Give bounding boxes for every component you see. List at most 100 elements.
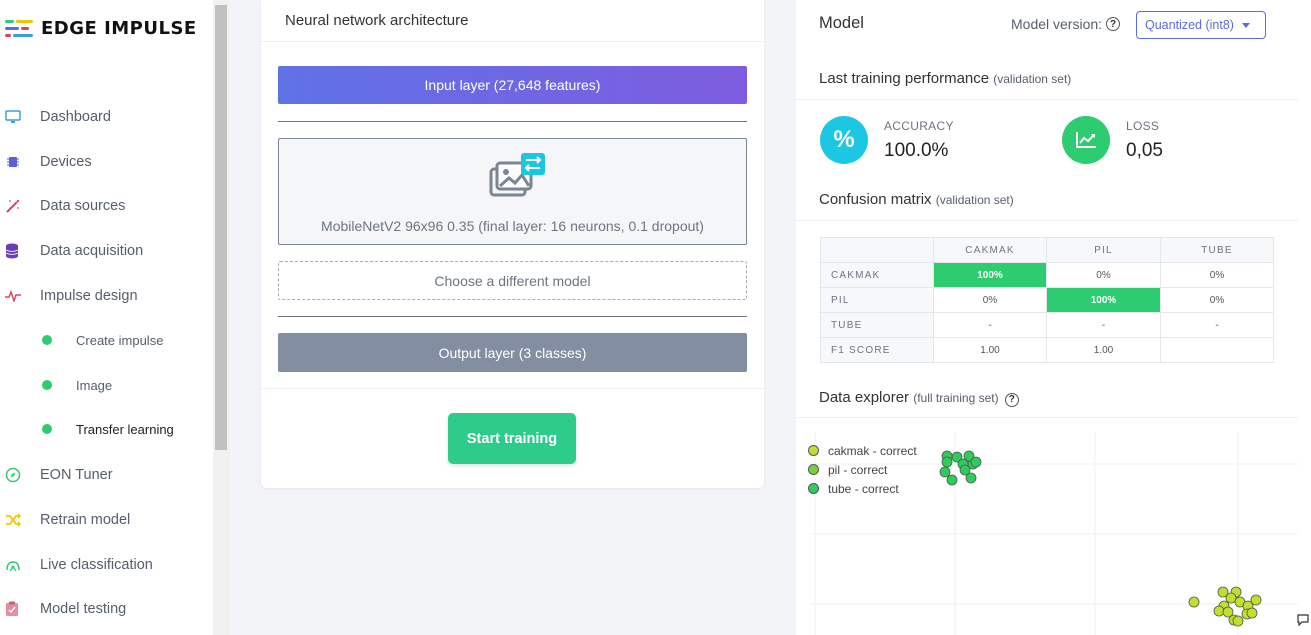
table-cell: 1.00	[1046, 337, 1161, 363]
model-description: MobileNetV2 96x96 0.35 (final layer: 16 …	[321, 218, 704, 234]
sidebar-item-label: Retrain model	[40, 512, 131, 528]
model-version-select[interactable]: Quantized (int8)	[1136, 11, 1266, 39]
sidebar-item-label: Model testing	[40, 601, 127, 617]
legend-swatch	[808, 445, 819, 456]
sidebar-item-devices[interactable]: Devices	[0, 150, 213, 174]
legend-swatch	[808, 483, 819, 494]
table-cell: 0%	[1160, 262, 1274, 288]
table-cell: -	[933, 312, 1047, 338]
sidebar-item-label: Impulse design	[40, 288, 138, 304]
legend-item[interactable]: tube - correct	[808, 479, 917, 498]
status-dot-icon	[42, 424, 52, 434]
sidebar-item-impulse-design[interactable]: Impulse design	[0, 284, 213, 308]
model-version-label: Model version: ?	[1011, 16, 1121, 32]
input-layer-block: Input layer (27,648 features)	[278, 66, 747, 104]
data-point	[970, 456, 982, 468]
sidebar-subitem-label: Transfer learning	[76, 421, 174, 437]
cluster-tube	[939, 450, 982, 486]
plot-legend: cakmak - correct pil - correct tube - co…	[808, 441, 917, 498]
sidebar-item-label: Data acquisition	[40, 243, 144, 259]
layer-divider	[278, 121, 747, 122]
data-explorer-title: Data explorer (full training set) ?	[819, 389, 1019, 407]
help-icon[interactable]: ?	[1106, 17, 1121, 31]
table-cell: 0%	[1160, 287, 1274, 313]
sidebar-subitem-transfer-learning[interactable]: Transfer learning	[0, 418, 213, 440]
sidebar-item-model-testing[interactable]: Model testing	[0, 597, 213, 621]
help-icon[interactable]: ?	[1004, 392, 1019, 407]
legend-item[interactable]: pil - correct	[808, 460, 917, 479]
data-point	[941, 456, 953, 468]
clipboard-icon	[0, 601, 40, 617]
sidebar-item-data-acquisition[interactable]: Data acquisition	[0, 239, 213, 263]
monitor-icon	[0, 110, 40, 124]
table-cell: 0%	[1046, 262, 1161, 288]
legend-label: pil - correct	[828, 462, 888, 477]
shuffle-icon	[0, 513, 40, 527]
start-training-button[interactable]: Start training	[448, 413, 576, 464]
model-version-text: Model version:	[1011, 16, 1103, 32]
table-cell: -	[1046, 312, 1161, 338]
table-header-row: CAKMAK PIL TUBE	[820, 237, 1274, 263]
data-point	[1213, 605, 1225, 617]
sidebar-item-data-sources[interactable]: Data sources	[0, 194, 213, 218]
sidebar-scrollbar-thumb[interactable]	[215, 5, 227, 450]
sidebar-item-eon-tuner[interactable]: EON Tuner	[0, 463, 213, 487]
output-layer-block: Output layer (3 classes)	[278, 333, 747, 372]
sidebar-item-retrain-model[interactable]: Retrain model	[0, 508, 213, 532]
chip-icon	[0, 154, 40, 170]
brand-logo[interactable]: EDGE IMPULSE	[5, 18, 197, 39]
sidebar-subitem-label: Create impulse	[76, 332, 164, 348]
sidebar-item-label: Live classification	[40, 557, 153, 573]
data-point	[1246, 607, 1258, 619]
caret-down-icon	[1241, 22, 1250, 28]
pulse-icon	[0, 290, 40, 302]
wand-icon	[0, 198, 40, 214]
table-cell: 1.00	[933, 337, 1047, 363]
table-cell: 0%	[933, 287, 1047, 313]
confusion-matrix-table: CAKMAK PIL TUBE CAKMAK 100% 0% 0% PIL 0%…	[820, 237, 1274, 363]
feedback-icon[interactable]	[1297, 614, 1311, 628]
sidebar-subitem-image[interactable]: Image	[0, 374, 213, 396]
model-title: Model	[819, 14, 864, 32]
data-explorer-sub: (full training set)	[913, 391, 999, 405]
model-block[interactable]: MobileNetV2 96x96 0.35 (final layer: 16 …	[278, 138, 747, 245]
training-performance-heading: Last training performance	[819, 70, 990, 87]
status-dot-icon	[42, 380, 52, 390]
data-point	[1232, 615, 1244, 627]
layer-divider	[278, 316, 747, 317]
nn-architecture-title: Neural network architecture	[285, 12, 469, 29]
training-performance-title: Last training performance (validation se…	[819, 70, 1071, 87]
sidebar-item-label: EON Tuner	[40, 467, 113, 483]
choose-different-model-button[interactable]: Choose a different model	[278, 261, 747, 300]
brand-name: EDGE IMPULSE	[41, 18, 197, 39]
table-row: TUBE - - -	[820, 312, 1274, 338]
table-cell: -	[1160, 312, 1274, 338]
table-row-header: PIL	[820, 287, 934, 313]
data-explorer-heading: Data explorer	[819, 389, 910, 406]
table-corner-cell	[820, 237, 934, 263]
compass-icon	[0, 467, 40, 483]
table-column-header: CAKMAK	[933, 237, 1047, 263]
sidebar-item-live-classification[interactable]: Live classification	[0, 553, 213, 577]
model-card: Model Model version: ? Quantized (int8) …	[796, 0, 1298, 635]
table-row: CAKMAK 100% 0% 0%	[820, 262, 1274, 288]
model-version-value: Quantized (int8)	[1145, 18, 1234, 32]
percent-icon: %	[820, 116, 868, 164]
divider	[796, 99, 1298, 100]
table-cell	[1160, 337, 1274, 363]
data-point	[1225, 592, 1237, 604]
table-row: F1 SCORE 1.00 1.00	[820, 337, 1274, 363]
edge-impulse-logo-icon	[5, 19, 33, 37]
sidebar-item-dashboard[interactable]: Dashboard	[0, 105, 213, 129]
sidebar-subitem-create-impulse[interactable]: Create impulse	[0, 329, 213, 351]
training-performance-sub: (validation set)	[993, 72, 1072, 86]
accuracy-label: ACCURACY	[884, 119, 954, 133]
divider	[796, 417, 1298, 418]
loss-value: 0,05	[1126, 140, 1163, 161]
table-column-header: TUBE	[1160, 237, 1274, 263]
sidebar-subitem-label: Image	[76, 377, 113, 393]
data-point	[946, 474, 958, 486]
legend-item[interactable]: cakmak - correct	[808, 441, 917, 460]
table-row: PIL 0% 100% 0%	[820, 287, 1274, 313]
confusion-matrix-sub: (validation set)	[935, 193, 1014, 207]
